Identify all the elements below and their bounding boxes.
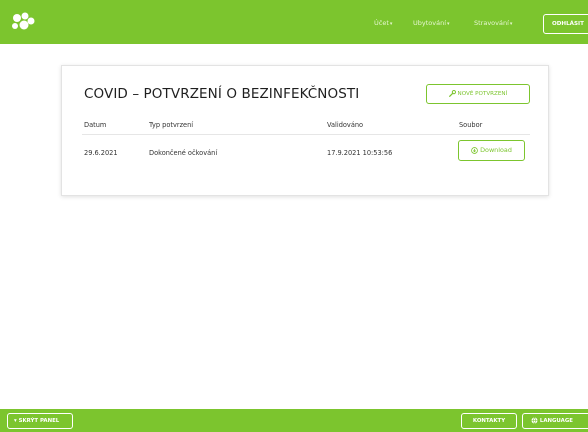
nav-item-catering-label: Stravování	[474, 19, 509, 27]
nav-item-accommodation-label: Ubytování	[413, 19, 447, 27]
logout-button[interactable]: ODHLÁSIT	[543, 14, 588, 34]
download-circle-icon	[471, 146, 478, 154]
hide-panel-label: SKRÝT PANEL	[18, 418, 60, 424]
nav-item-accommodation[interactable]: Ubytování▾	[413, 19, 450, 27]
caret-down-icon: ▾	[389, 21, 393, 27]
contacts-label: KONTAKTY	[472, 418, 506, 424]
globe-icon	[531, 417, 538, 424]
bottom-bar: ▾ SKRÝT PANEL KONTAKTY LANGUAGE	[0, 409, 588, 432]
download-button[interactable]: Download	[458, 140, 525, 161]
column-header-validated: Validováno	[327, 121, 364, 129]
caret-down-icon: ▾	[447, 21, 450, 27]
column-header-file: Soubor	[459, 121, 483, 129]
table-header-divider	[82, 134, 530, 135]
contacts-button[interactable]: KONTAKTY	[461, 413, 517, 429]
covid-certificates-card: COVID – POTVRZENÍ O BEZINFEKČNOSTI NOVÉ …	[61, 65, 549, 196]
logo-icon[interactable]	[10, 12, 36, 32]
new-certificate-label: NOVÉ POTVRZENÍ	[457, 91, 508, 97]
column-header-type: Typ potvrzení	[149, 121, 194, 129]
top-navbar: Účet▾ Ubytování▾ Stravování▾ ODHLÁSIT	[0, 0, 588, 44]
wrench-icon	[448, 90, 456, 97]
cell-validated: 17.9.2021 10:53:56	[327, 149, 393, 157]
language-button[interactable]: LANGUAGE	[522, 413, 588, 429]
nav-item-account-label: Účet	[374, 19, 389, 27]
download-button-label: Download	[480, 146, 512, 154]
column-header-date: Datum	[84, 121, 107, 129]
cell-date: 29.6.2021	[84, 149, 118, 157]
caret-down-icon: ▾	[509, 21, 513, 27]
cell-type: Dokončené očkování	[149, 149, 218, 157]
page-title: COVID – POTVRZENÍ O BEZINFEKČNOSTI	[84, 86, 360, 102]
nav-item-account[interactable]: Účet▾	[374, 19, 392, 27]
nav-item-catering[interactable]: Stravování▾	[474, 19, 512, 27]
language-label: LANGUAGE	[539, 418, 573, 424]
hide-panel-button[interactable]: ▾ SKRÝT PANEL	[7, 413, 73, 429]
logout-button-label: ODHLÁSIT	[552, 21, 584, 27]
new-certificate-button[interactable]: NOVÉ POTVRZENÍ	[426, 84, 530, 104]
